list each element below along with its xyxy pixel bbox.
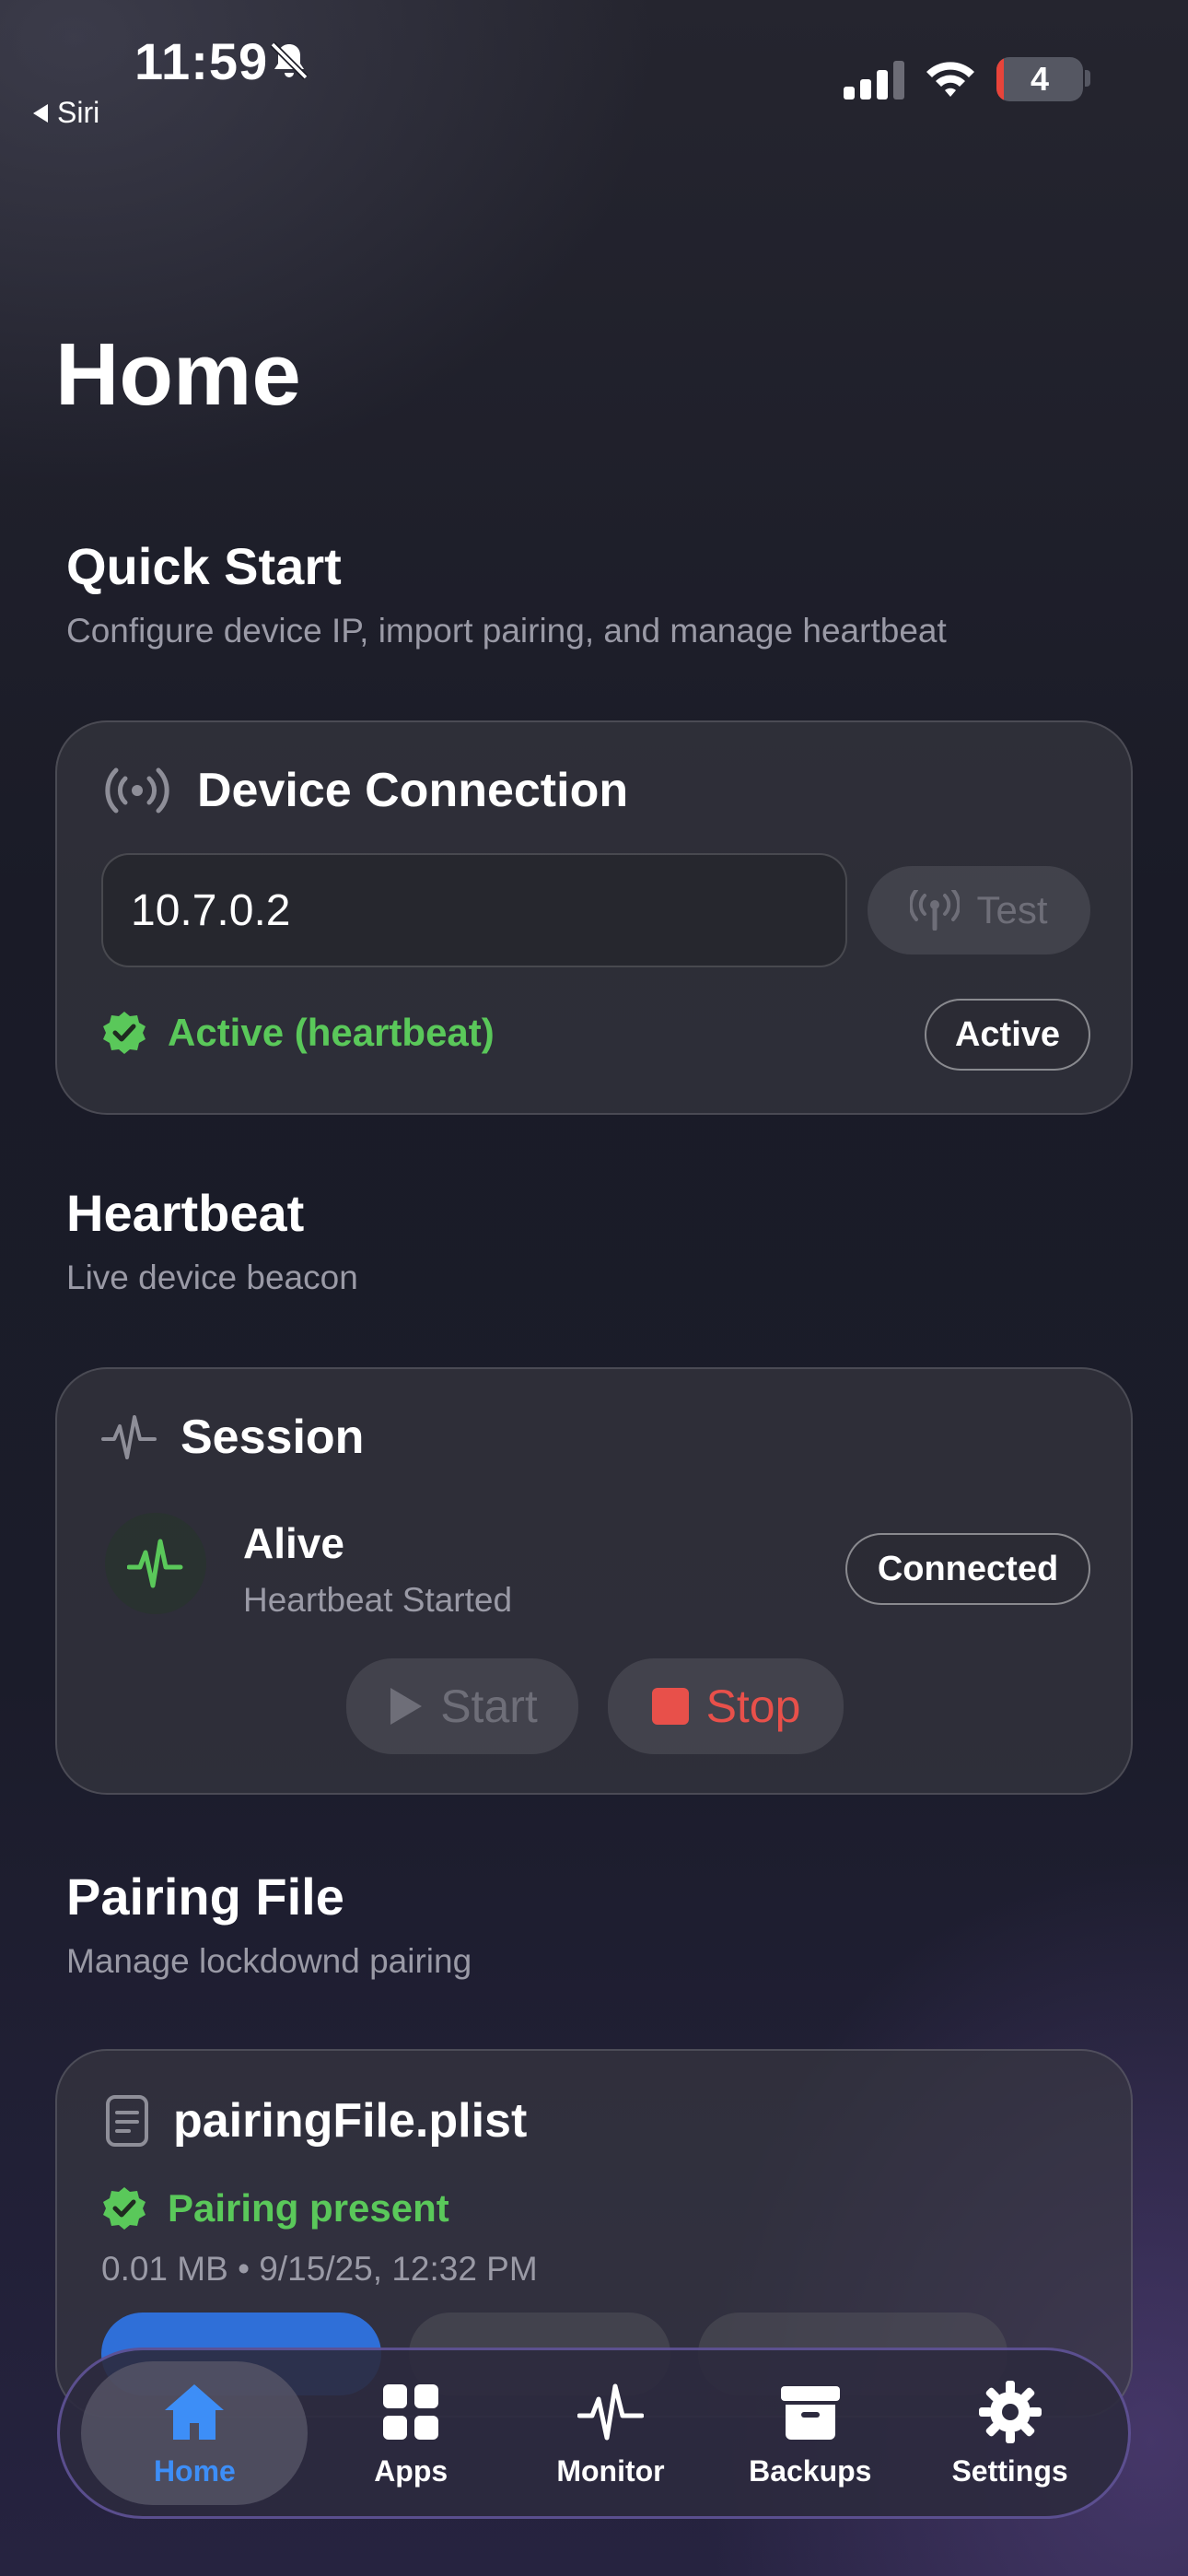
document-icon	[106, 2095, 148, 2147]
pairing-status: Pairing present	[101, 2185, 449, 2231]
heartbeat-status-circle	[105, 1513, 206, 1614]
pairing-subtitle: Manage lockdownd pairing	[66, 1942, 472, 1980]
tab-apps-label: Apps	[374, 2453, 448, 2488]
test-button[interactable]: Test	[868, 866, 1090, 954]
waveform-path-icon	[101, 1415, 157, 1459]
heartbeat-pulse-icon	[127, 1539, 183, 1588]
wifi-icon	[926, 62, 974, 97]
battery-indicator: 4	[996, 57, 1083, 101]
waveform-icon	[577, 2383, 644, 2440]
play-icon	[390, 1688, 423, 1725]
stop-button-label: Stop	[705, 1680, 801, 1732]
connected-badge: Connected	[845, 1533, 1090, 1605]
device-ip-field[interactable]: 10.7.0.2	[101, 853, 847, 967]
tab-bar: Home Apps Monitor Backups Settings	[57, 2348, 1131, 2519]
tab-home-label: Home	[153, 2453, 236, 2488]
connection-status: Active (heartbeat)	[101, 1010, 495, 1056]
tab-apps[interactable]: Apps	[314, 2361, 507, 2505]
page-title: Home	[55, 325, 301, 424]
pairing-meta: 0.01 MB • 9/15/25, 12:32 PM	[101, 2250, 538, 2288]
pairing-status-text: Pairing present	[168, 2186, 449, 2230]
battery-nub	[1085, 70, 1090, 87]
tab-monitor[interactable]: Monitor	[514, 2361, 707, 2505]
session-card: Session Alive Heartbeat Started Connecte…	[55, 1367, 1133, 1795]
tab-settings-label: Settings	[951, 2453, 1068, 2488]
house-icon	[165, 2383, 225, 2440]
status-bar: 11:59 Siri 4	[0, 0, 1188, 129]
cellular-signal-icon	[844, 61, 904, 100]
start-button-label: Start	[440, 1680, 538, 1732]
checkmark-seal-icon	[103, 2187, 146, 2230]
device-connection-header: Device Connection	[101, 763, 628, 818]
heartbeat-subtitle: Live device beacon	[66, 1259, 358, 1296]
pairing-title: Pairing File	[66, 1868, 344, 1926]
antenna-radiowaves-icon	[105, 767, 169, 814]
test-button-label: Test	[976, 888, 1048, 931]
pairing-file-name: pairingFile.plist	[173, 2094, 528, 2148]
session-detail: Heartbeat Started	[243, 1581, 513, 1619]
tab-settings[interactable]: Settings	[914, 2361, 1107, 2505]
session-header: Session	[101, 1410, 364, 1465]
gear-icon	[978, 2380, 1042, 2443]
pairing-file-header: pairingFile.plist	[105, 2093, 527, 2149]
device-connection-title: Device Connection	[197, 764, 629, 817]
tab-backups[interactable]: Backups	[714, 2361, 907, 2505]
quick-start-title: Quick Start	[66, 537, 342, 595]
heartbeat-title: Heartbeat	[66, 1184, 305, 1242]
bell-slash-icon	[270, 41, 309, 80]
tab-home[interactable]: Home	[81, 2361, 309, 2505]
session-state: Alive	[243, 1519, 344, 1567]
stop-icon	[651, 1688, 689, 1725]
checkmark-seal-icon	[103, 1012, 146, 1054]
antenna-icon	[910, 890, 961, 931]
active-badge: Active	[925, 999, 1090, 1071]
session-title: Session	[181, 1411, 365, 1464]
stop-button[interactable]: Stop	[608, 1658, 844, 1754]
quick-start-subtitle: Configure device IP, import pairing, and…	[66, 612, 947, 650]
start-button[interactable]: Start	[346, 1658, 578, 1754]
connection-status-text: Active (heartbeat)	[168, 1011, 495, 1054]
back-triangle-icon	[33, 103, 48, 123]
tab-monitor-label: Monitor	[556, 2453, 665, 2488]
grid-icon	[383, 2383, 439, 2440]
back-to-siri[interactable]: Siri	[33, 96, 99, 130]
tab-backups-label: Backups	[749, 2453, 872, 2488]
archivebox-icon	[780, 2385, 840, 2440]
back-label: Siri	[57, 96, 100, 129]
status-time: 11:59	[134, 32, 269, 90]
device-connection-card: Device Connection 10.7.0.2 Test Active (…	[55, 720, 1133, 1115]
